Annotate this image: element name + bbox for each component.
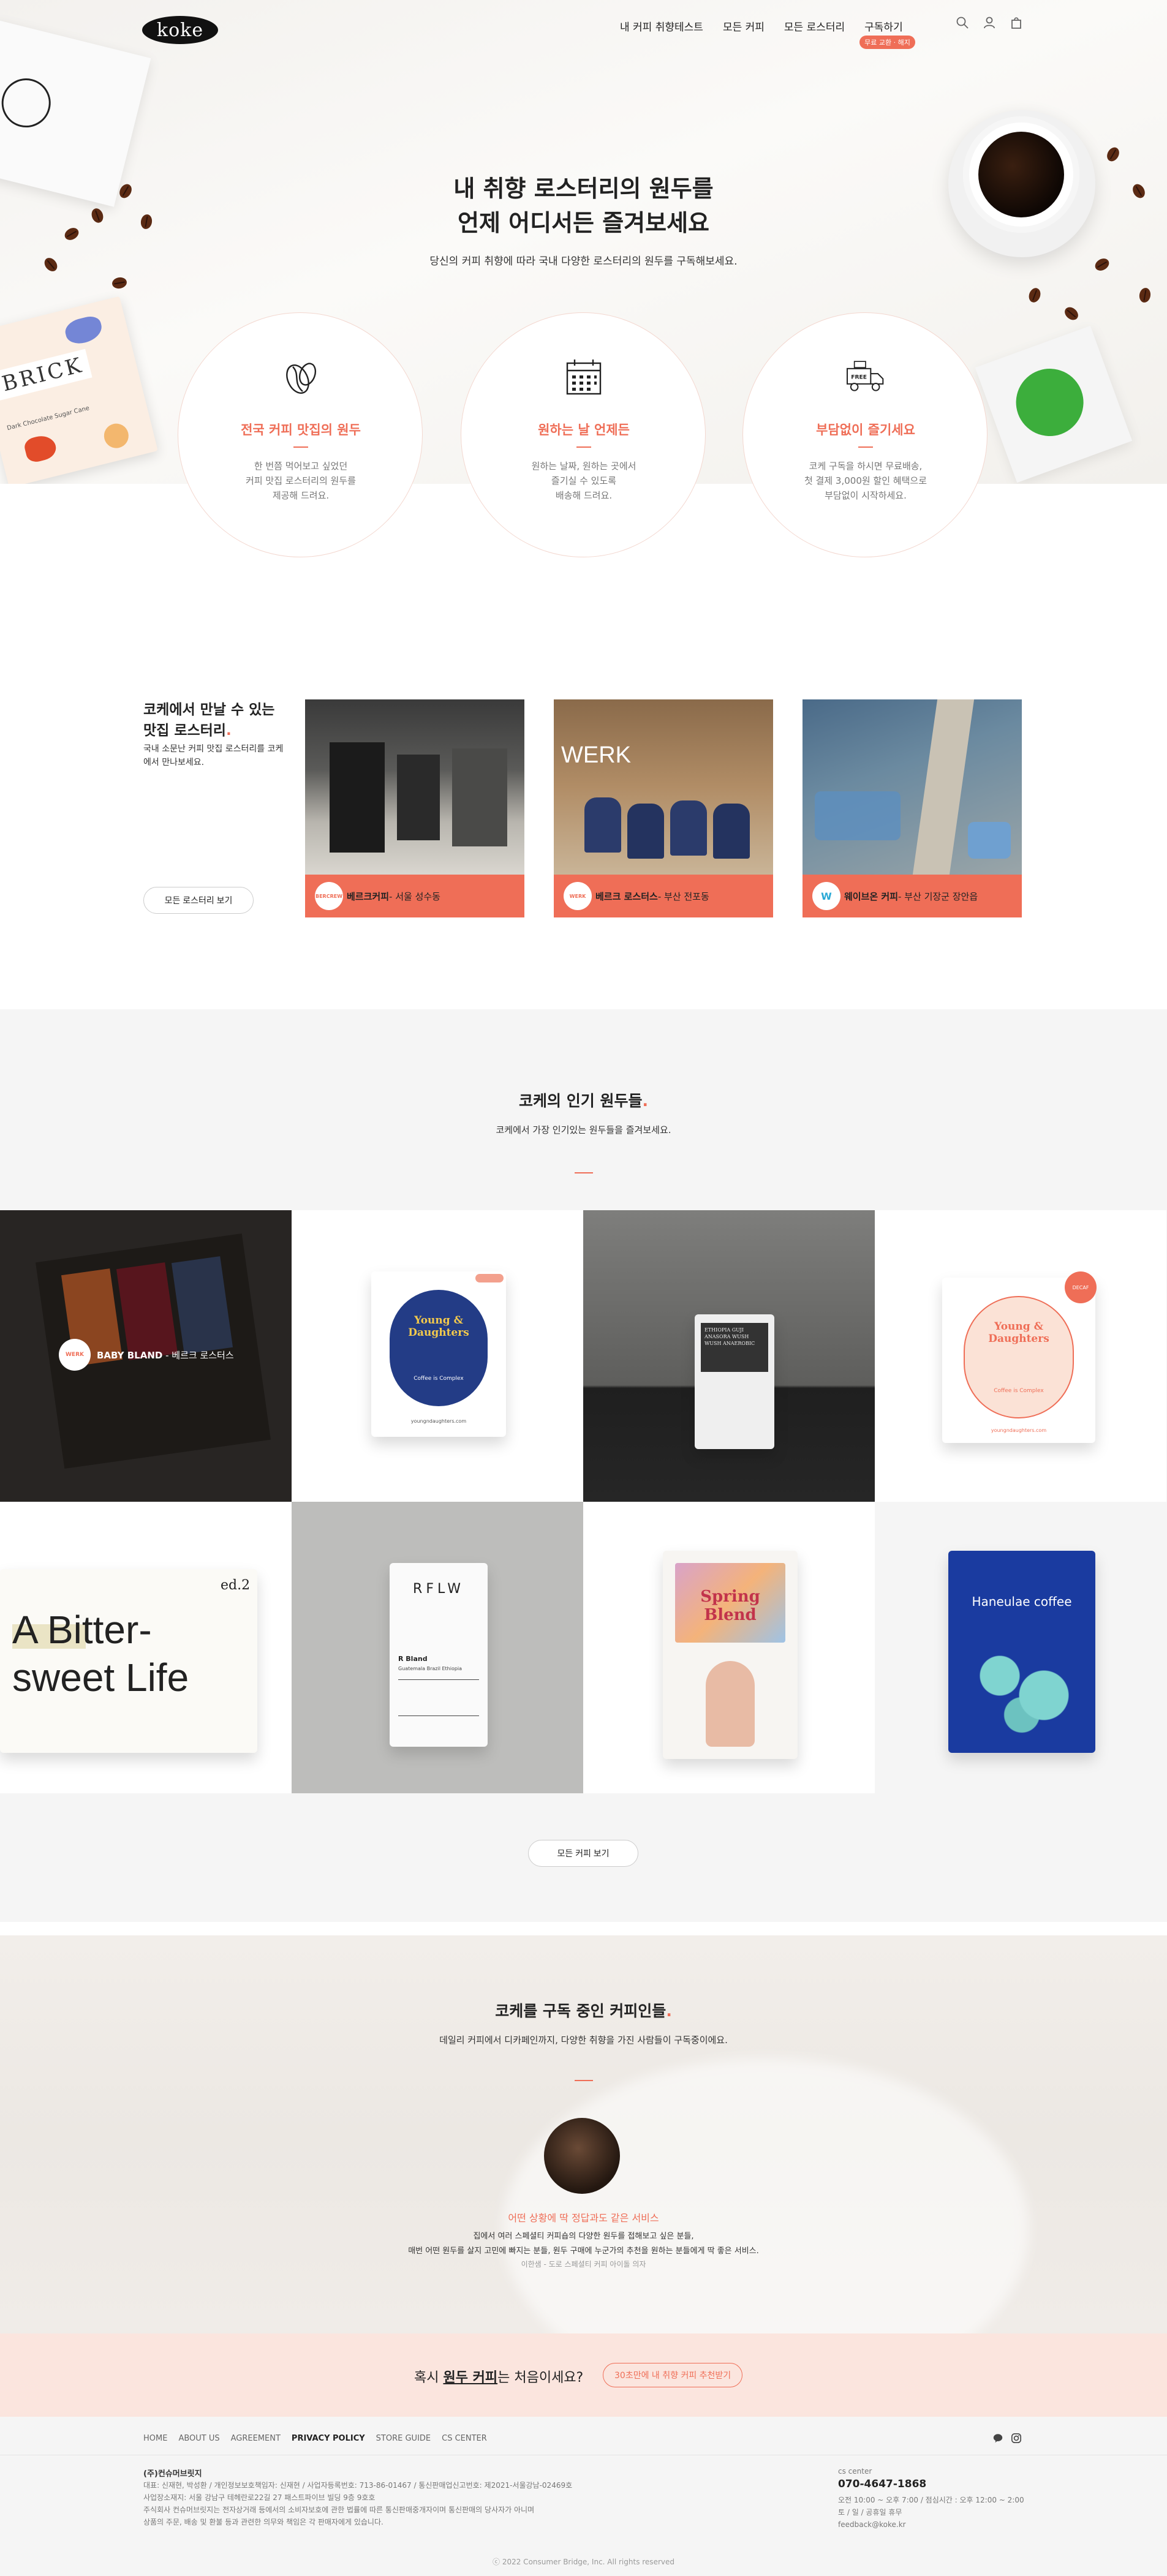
brick-package-image: BRICK Dark Chocolate Sugar Cane bbox=[0, 296, 158, 484]
roaster-logo: WERK bbox=[59, 1339, 91, 1371]
all-roasters-button[interactable]: 모든 로스터리 보기 bbox=[143, 887, 254, 914]
hero-subtitle: 당신의 커피 취향에 따라 국내 다양한 로스터리의 원두를 구독해보세요. bbox=[429, 255, 738, 268]
coffee-bean-icon bbox=[286, 363, 317, 394]
coffee-bean-decoration bbox=[111, 276, 128, 290]
kakao-icon[interactable] bbox=[992, 2433, 1003, 2444]
product-tile-rflw[interactable]: RFLW R Bland Guatemala Brazil Ethiopia bbox=[292, 1502, 583, 1793]
copyright: ⓒ 2022 Consumer Bridge, Inc. All rights … bbox=[493, 2558, 674, 2566]
footer-link-cs[interactable]: CS CENTER bbox=[442, 2434, 487, 2443]
company-info: 대표: 신재현, 박성환 / 개인정보보호책임자: 신재현 / 사업자등록번호:… bbox=[143, 2481, 573, 2526]
coffee-bean-decoration bbox=[1105, 145, 1122, 164]
roaster-name: 웨이브온 커피 bbox=[844, 891, 899, 902]
nav-all-roasters[interactable]: 모든 로스터리 bbox=[784, 18, 845, 34]
product-tile-young-daughters-decaf[interactable]: Young & Daughters Coffee is Complex youn… bbox=[875, 1210, 1166, 1502]
main-nav: 내 커피 취향테스트 모든 커피 모든 로스터리 구독하기 무료 교환 · 해지 bbox=[620, 18, 915, 49]
roaster-card[interactable]: WERK 베르크 로스터스 - 부산 전포동 WERK bbox=[554, 699, 773, 917]
search-icon[interactable] bbox=[956, 16, 969, 29]
footer-link-home[interactable]: HOME bbox=[143, 2434, 167, 2443]
popular-section: 코케의 인기 원두들. 코케에서 가장 인기있는 원두들을 즐겨보세요. WER… bbox=[0, 1009, 1167, 1922]
site-footer: HOME ABOUT US AGREEMENT PRIVACY POLICY S… bbox=[0, 2417, 1167, 2576]
roaster-card[interactable]: 베르크커피 - 서울 성수동 BERCREW bbox=[305, 699, 524, 917]
company-name: (주)컨슈머브릿지 bbox=[143, 2469, 202, 2479]
roasters-title: 코케에서 만날 수 있는 맛집 로스터리. bbox=[143, 702, 275, 739]
roaster-name: 베르크커피 bbox=[347, 891, 390, 902]
quote-title: 어떤 상황에 딱 정답과도 같은 서비스 bbox=[508, 2212, 659, 2224]
cs-phone[interactable]: 070-4647-1868 bbox=[838, 2478, 926, 2490]
quote-text: 집에서 여러 스페셜티 커피숍의 다양한 원두를 접해보고 싶은 분들, 매번 … bbox=[408, 2232, 759, 2256]
quote-author: 이한샘 - 도로 스페셜티 커피 아이돌 의자 bbox=[521, 2260, 646, 2269]
cta-section: 혹시 원두 커피는 처음이세요? 30초만에 내 취향 커피 추천받기 bbox=[0, 2333, 1167, 2417]
instagram-icon[interactable] bbox=[1011, 2433, 1022, 2444]
popular-subtitle: 코케에서 가장 인기있는 원두들을 즐겨보세요. bbox=[496, 1124, 671, 1135]
roasters-desc: 국내 소문난 커피 맛집 로스터리를 코케에서 만나보세요. bbox=[143, 744, 284, 767]
footer-link-store-guide[interactable]: STORE GUIDE bbox=[376, 2434, 431, 2443]
coffee-bean-decoration bbox=[1138, 287, 1152, 304]
product-tile-baby-bland[interactable]: WERK BABY BLAND - 베르크 로스터스 bbox=[0, 1210, 292, 1502]
roaster-photo bbox=[803, 699, 1022, 875]
roaster-logo: WERK bbox=[564, 882, 592, 910]
popular-title: 코케의 인기 원두들. bbox=[519, 1092, 648, 1110]
cart-icon[interactable] bbox=[1010, 16, 1023, 29]
feature-title: 부담없이 즐기세요 bbox=[816, 423, 915, 437]
site-header: koke 내 커피 취향테스트 모든 커피 모든 로스터리 구독하기 무료 교환… bbox=[0, 0, 1167, 55]
all-coffee-button[interactable]: 모든 커피 보기 bbox=[528, 1840, 638, 1867]
feature-card-free: FREE 부담없이 즐기세요 코케 구독을 하시면 무료배송, 첫 결제 3,0… bbox=[742, 312, 988, 557]
footer-link-agreement[interactable]: AGREEMENT bbox=[231, 2434, 281, 2443]
product-tile-haneulae[interactable]: Haneulae coffee bbox=[875, 1502, 1166, 1793]
roaster-logo: BERCREW bbox=[315, 882, 343, 910]
product-overlay-label: BABY BLAND - 베르크 로스터스 bbox=[97, 1350, 234, 1361]
taste-recommend-button[interactable]: 30초만에 내 취향 커피 추천받기 bbox=[603, 2363, 743, 2387]
feature-card-schedule: 원하는 날 언제든 원하는 날짜, 원하는 곳에서 즐기실 수 있도록 배송해 … bbox=[461, 312, 706, 557]
product-tile-spring-blend[interactable]: Spring Blend bbox=[583, 1502, 875, 1793]
cs-hours: 오전 10:00 ~ 오후 7:00 / 점심시간 : 오후 12:00 ~ 2… bbox=[838, 2496, 1024, 2529]
hero-title: 내 취향 로스터리의 원두를 언제 어디서든 즐겨보세요 bbox=[453, 175, 714, 236]
nav-subscribe[interactable]: 구독하기 무료 교환 · 해지 bbox=[859, 18, 915, 49]
footer-link-privacy[interactable]: PRIVACY POLICY bbox=[292, 2434, 365, 2443]
nav-taste-test[interactable]: 내 커피 취향테스트 bbox=[620, 18, 703, 34]
nav-subscribe-label[interactable]: 구독하기 bbox=[864, 21, 903, 34]
feature-desc: 원하는 날짜, 원하는 곳에서 즐기실 수 있도록 배송해 드려요. bbox=[531, 461, 636, 501]
product-tile-ethiopia[interactable]: ETHIOPIA GUJI ANASORA WUSH WUSH ANAEROBI… bbox=[583, 1210, 875, 1502]
roaster-logo: W bbox=[812, 882, 840, 910]
calendar-icon bbox=[566, 360, 602, 395]
koke-logo[interactable]: koke bbox=[142, 16, 218, 44]
roaster-location: - 부산 기장군 장안읍 bbox=[898, 891, 978, 902]
product-tile-bitter-sweet[interactable]: ed.2 A Bitter-sweet Life bbox=[0, 1502, 292, 1793]
subscribers-title: 코케를 구독 중인 커피인들. bbox=[495, 2002, 672, 2020]
subscribe-badge: 무료 교환 · 해지 bbox=[859, 36, 915, 49]
user-icon[interactable] bbox=[983, 16, 996, 29]
coffee-bean-decoration bbox=[1062, 304, 1081, 323]
feature-desc: 한 번쯤 먹어보고 싶었던 커피 맛집 로스터리의 원두를 제공해 드려요. bbox=[246, 461, 356, 501]
cta-text: 혹시 원두 커피는 처음이세요? bbox=[414, 2370, 584, 2386]
roaster-photo: WERK bbox=[554, 699, 773, 875]
roaster-card[interactable]: 웨이브온 커피 - 부산 기장군 장안읍 W bbox=[803, 699, 1022, 917]
svg-text:FREE: FREE bbox=[851, 374, 867, 381]
roaster-photo bbox=[305, 699, 524, 875]
feature-desc: 코케 구독을 하시면 무료배송, 첫 결제 3,000원 할인 혜택으로 부담없… bbox=[804, 461, 927, 501]
roaster-location: - 부산 전포동 bbox=[657, 891, 709, 902]
product-tile-young-daughters[interactable]: Young & Daughters Coffee is Complex youn… bbox=[292, 1210, 583, 1502]
cs-label: cs center bbox=[838, 2467, 872, 2476]
feature-card-roasters: 전국 커피 맛집의 원두 한 번쯤 먹어보고 싶었던 커피 맛집 로스터리의 원… bbox=[178, 312, 423, 557]
feature-title: 전국 커피 맛집의 원두 bbox=[241, 423, 361, 437]
package-title: BRICK bbox=[0, 348, 93, 401]
subscribers-subtitle: 데일리 커피에서 디카페인까지, 다양한 취향을 가진 사람들이 구독중이에요. bbox=[439, 2035, 728, 2046]
feature-title: 원하는 날 언제든 bbox=[538, 423, 630, 437]
green-package-image bbox=[975, 325, 1133, 483]
nav-all-coffee[interactable]: 모든 커피 bbox=[723, 18, 765, 34]
footer-nav: HOME ABOUT US AGREEMENT PRIVACY POLICY S… bbox=[143, 2434, 487, 2443]
roaster-name: 베르크 로스터스 bbox=[595, 891, 658, 902]
subscriber-avatar bbox=[544, 2118, 620, 2194]
free-delivery-truck-icon: FREE bbox=[847, 361, 884, 391]
coffee-bean-decoration bbox=[1027, 286, 1043, 304]
roaster-location: - 서울 성수동 bbox=[389, 891, 440, 902]
package-subtitle: Dark Chocolate Sugar Cane bbox=[6, 405, 91, 432]
footer-link-about[interactable]: ABOUT US bbox=[178, 2434, 219, 2443]
